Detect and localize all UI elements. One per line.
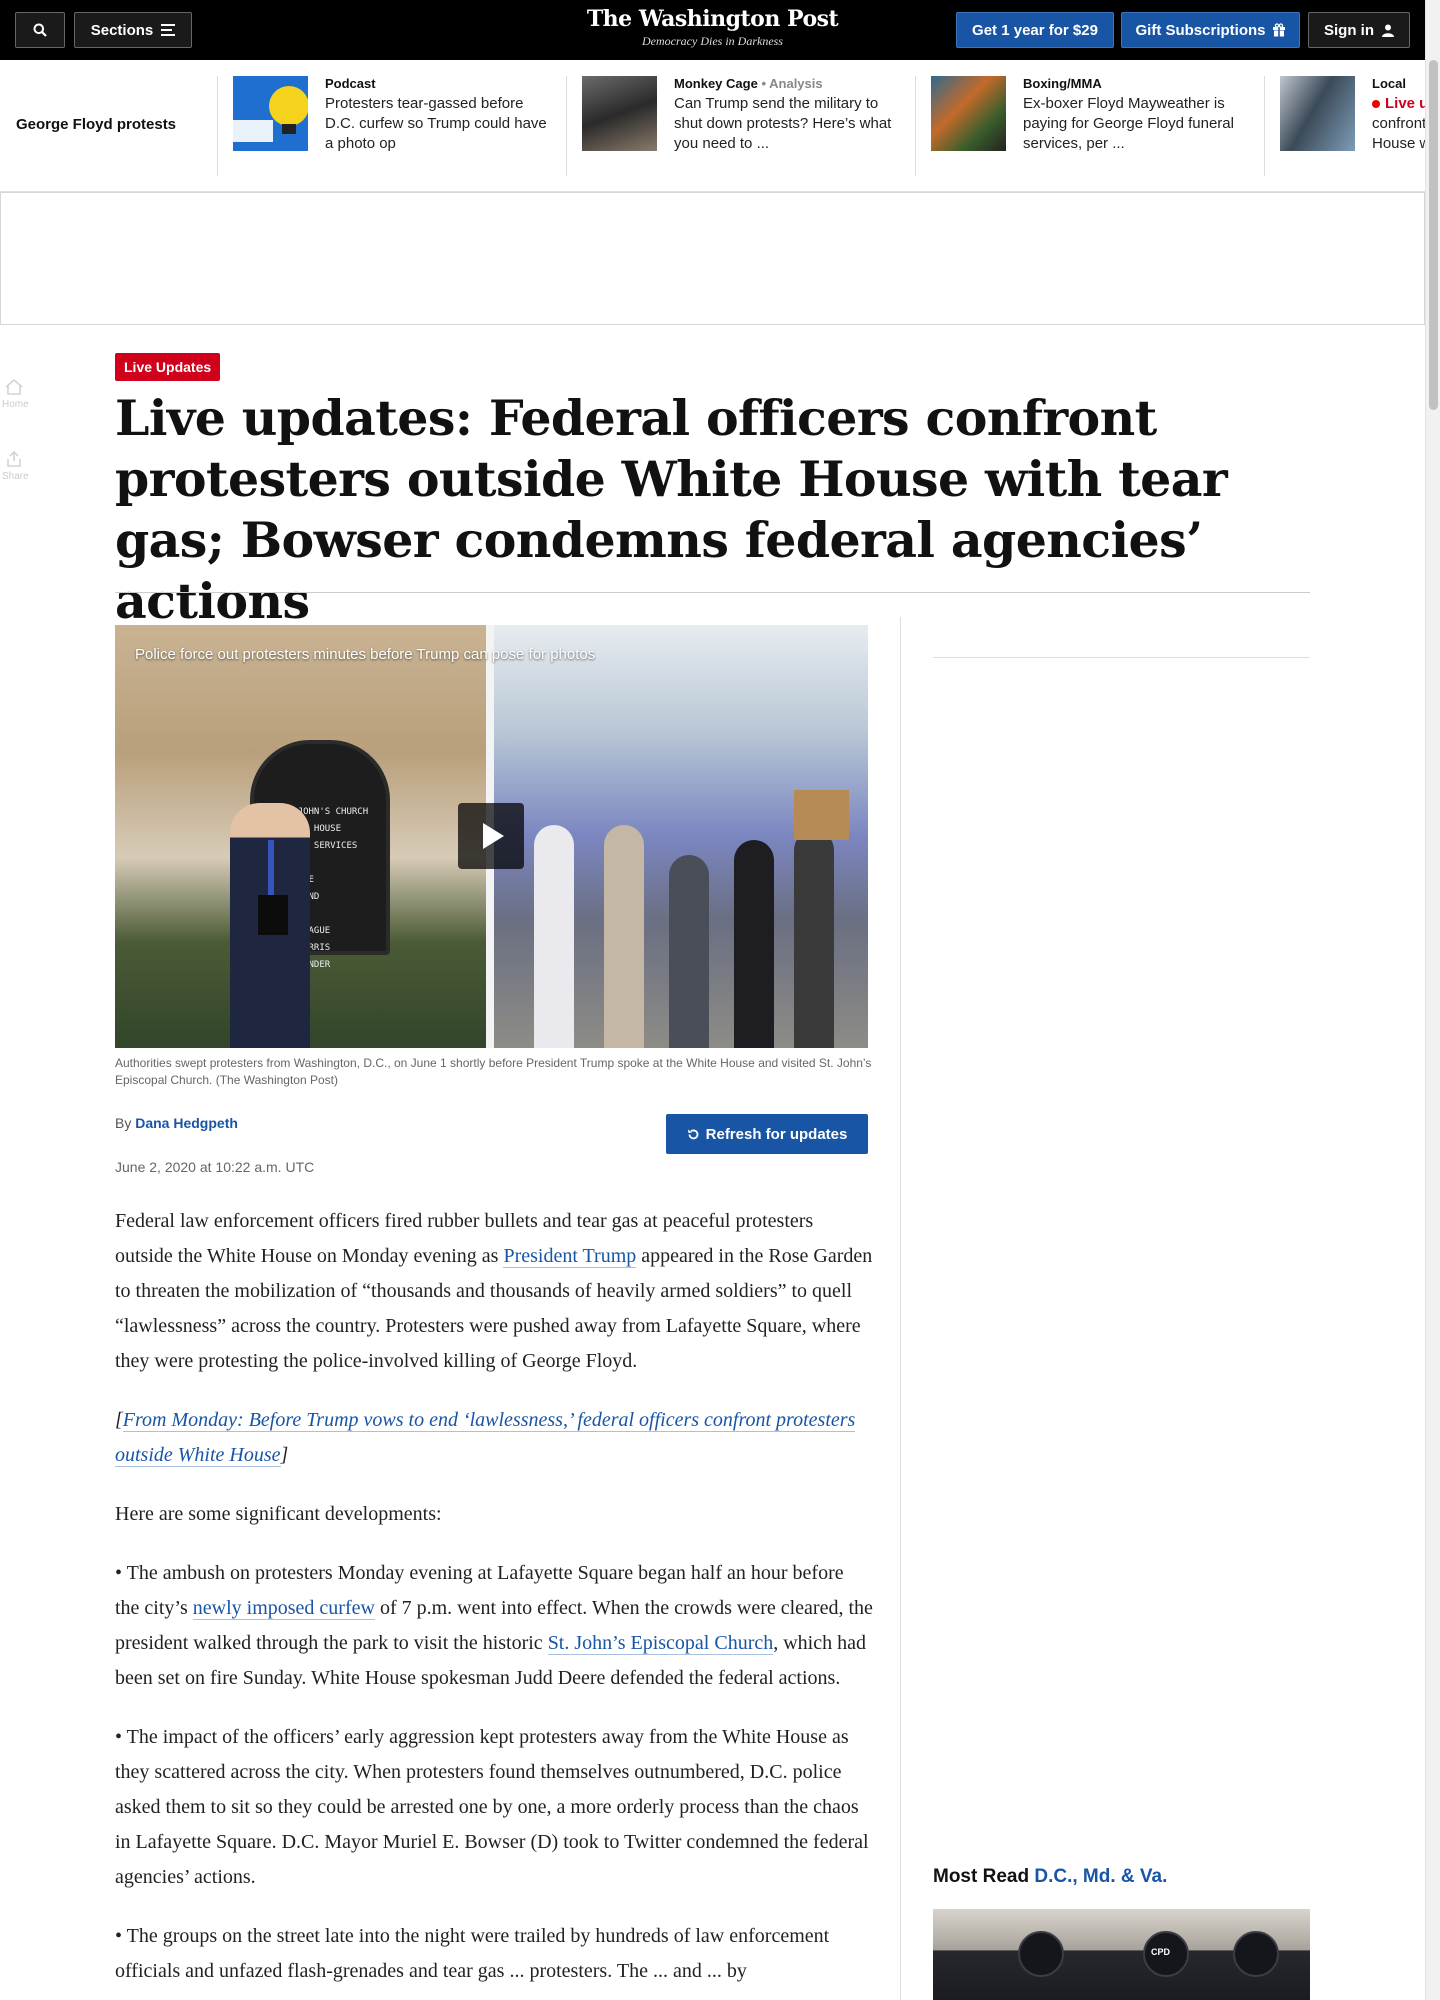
crowd-figure (534, 825, 574, 1048)
article-paragraph: • The ambush on protesters Monday evenin… (115, 1562, 873, 1689)
subscribe-label: Get 1 year for $29 (972, 21, 1098, 39)
article-body: Federal law enforcement officers fired r… (115, 1204, 873, 2000)
live-indicator: Live u (1372, 94, 1425, 114)
president-trump-link[interactable]: President Trump (503, 1245, 637, 1268)
page-scrollbar[interactable] (1425, 0, 1440, 2000)
top-nav-bar: Sections The Washington Post Democracy D… (0, 0, 1425, 60)
video-caption: Authorities swept protesters from Washin… (115, 1056, 872, 1087)
article-paragraph: • The groups on the street late into the… (115, 1925, 830, 1982)
logo-tagline: Democracy Dies in Darkness (642, 34, 783, 48)
video-player[interactable]: ST. JOHN'S CHURCH PARISH HOUSE SUNDAY SE… (115, 625, 868, 1048)
story-headline[interactable]: Can Trump send the military to shut down… (674, 94, 904, 154)
scrollbar-thumb[interactable] (1429, 60, 1438, 410)
live-dot-icon (1372, 100, 1380, 108)
refresh-updates-button[interactable]: Refresh for updates (666, 1114, 868, 1154)
share-rail-label: Share (2, 471, 29, 482)
helmet-shape (1018, 1931, 1064, 1977)
strip-story-monkey-cage[interactable]: Monkey Cage • Analysis Can Trump send th… (566, 76, 915, 176)
church-link[interactable]: St. John’s Episcopal Church (547, 1632, 774, 1655)
strip-story-local[interactable]: Local Live u confront House w (1264, 76, 1425, 176)
crowd-figure (734, 840, 774, 1048)
lightbulb-icon (233, 76, 308, 151)
kicker-separator: • (761, 76, 766, 91)
crowd-figure (669, 855, 709, 1048)
search-button[interactable] (15, 12, 65, 48)
live-updates-badge[interactable]: Live Updates (115, 353, 221, 381)
share-icon (7, 450, 21, 467)
home-rail-label: Home (2, 399, 29, 410)
gift-label: Gift Subscriptions (1135, 21, 1266, 39)
video-title: Police force out protesters minutes befo… (135, 646, 596, 663)
strip-story-boxing[interactable]: Boxing/MMA Ex-boxer Floyd Mayweather is … (915, 76, 1264, 176)
author-link[interactable]: Dana Hedgpeth (135, 1115, 238, 1131)
story-headline-text: confront House w (1372, 115, 1425, 152)
search-icon (33, 23, 47, 37)
home-rail-button[interactable]: Home (2, 378, 29, 410)
story-kicker: Monkey Cage • Analysis (674, 76, 823, 91)
most-read-prefix: Most Read (933, 1866, 1030, 1887)
podcast-thumbnail (233, 76, 308, 151)
logo-name: The Washington Post (586, 6, 839, 32)
video-frame-right (494, 625, 868, 1048)
menu-icon (161, 24, 176, 36)
strip-story-podcast[interactable]: Podcast Protesters tear-gassed before D.… (217, 76, 566, 176)
home-icon (5, 378, 23, 395)
protest-thumbnail (582, 76, 657, 151)
street-thumbnail (1280, 76, 1355, 151)
story-headline[interactable]: Ex-boxer Floyd Mayweather is paying for … (1023, 94, 1253, 154)
story-kicker: Local (1372, 76, 1406, 91)
byline-prefix: By (115, 1115, 132, 1131)
most-read-heading: Most Read D.C., Md. & Va. (933, 1866, 1167, 1888)
article-paragraph: Here are some significant developments: (115, 1503, 442, 1525)
headline-divider (115, 592, 1310, 593)
sign-in-button[interactable]: Sign in (1308, 12, 1410, 48)
kicker-analysis: Analysis (769, 76, 823, 91)
crowd-figure (794, 830, 834, 1048)
most-read-image[interactable]: CPD (933, 1909, 1310, 2000)
article-paragraph: • The impact of the officers’ early aggr… (115, 1726, 869, 1888)
share-rail-button[interactable]: Share (2, 450, 29, 482)
refresh-label: Refresh for updates (705, 1125, 848, 1143)
police-badge-text: CPD (1151, 1947, 1171, 1957)
play-button[interactable] (458, 803, 524, 869)
story-kicker: Podcast (325, 76, 376, 91)
column-divider (900, 617, 901, 2000)
kicker-label: Monkey Cage (674, 76, 758, 91)
mural-thumbnail (931, 76, 1006, 151)
strip-topic-label[interactable]: George Floyd protests (16, 116, 176, 133)
gift-icon (1272, 23, 1285, 37)
publish-timestamp: June 2, 2020 at 10:22 a.m. UTC (115, 1159, 315, 1175)
most-read-region-link[interactable]: D.C., Md. & Va. (1034, 1866, 1167, 1887)
helmet-shape (1233, 1931, 1279, 1977)
cardboard-sign (794, 790, 849, 840)
book-shape (258, 895, 288, 935)
curfew-link[interactable]: newly imposed curfew (192, 1597, 375, 1620)
refresh-icon (687, 1129, 698, 1139)
story-headline[interactable]: Live u confront House w (1372, 94, 1425, 154)
article-paragraph: Federal law enforcement officers fired r… (115, 1210, 873, 1372)
crowd-figure (604, 825, 644, 1048)
article-headline: Live updates: Federal officers confront … (115, 389, 1228, 630)
subscribe-button[interactable]: Get 1 year for $29 (956, 12, 1114, 48)
video-frame-left: ST. JOHN'S CHURCH PARISH HOUSE SUNDAY SE… (115, 625, 486, 1048)
gift-subscriptions-button[interactable]: Gift Subscriptions (1121, 12, 1300, 48)
related-story-link[interactable]: From Monday: Before Trump vows to end ‘l… (115, 1409, 856, 1467)
right-rail-divider (933, 657, 1310, 658)
story-strip: George Floyd protests Podcast Protesters… (0, 60, 1425, 192)
sections-button[interactable]: Sections (74, 12, 192, 48)
user-icon (1382, 24, 1394, 37)
story-headline[interactable]: Protesters tear-gassed before D.C. curfe… (325, 94, 555, 154)
byline: By Dana Hedgpeth (115, 1115, 238, 1131)
sign-in-label: Sign in (1324, 21, 1374, 39)
sections-label: Sections (90, 21, 154, 39)
advertisement-slot (0, 192, 1425, 325)
article-paragraph-related: [From Monday: Before Trump vows to end ‘… (115, 1409, 856, 1467)
story-kicker: Boxing/MMA (1023, 76, 1102, 91)
site-logo[interactable]: The Washington Post Democracy Dies in Da… (560, 6, 865, 49)
